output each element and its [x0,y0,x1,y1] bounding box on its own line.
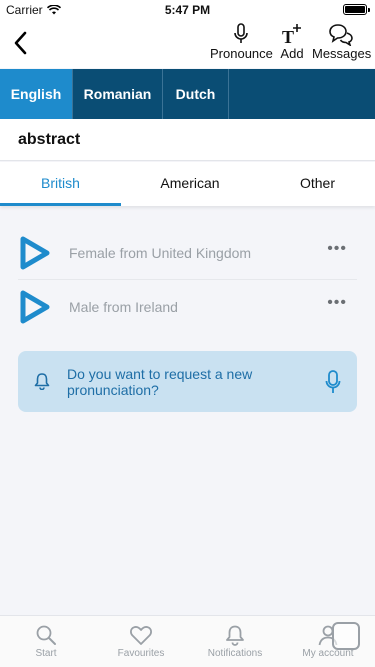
top-toolbar: Pronounce T Add Messages [0,20,375,68]
battery-icon [343,4,370,15]
tab-other[interactable]: Other [260,162,375,206]
more-options-icon[interactable]: ••• [327,240,347,258]
play-icon[interactable] [20,236,50,270]
microphone-icon [234,23,248,43]
tab-romanian[interactable]: Romanian [73,69,163,119]
messages-label: Messages [312,46,372,61]
nav-start-label: Start [35,648,57,659]
request-text: Do you want to request a new pronunciati… [67,366,253,398]
request-pronunciation-banner[interactable]: Do you want to request a new pronunciati… [18,351,357,412]
nav-favourites[interactable]: Favourites [108,624,174,659]
status-time: 5:47 PM [164,3,211,17]
microphone-icon[interactable] [325,369,341,395]
list-item: Female from United Kingdom ••• [18,226,357,280]
pronunciation-label: Female from United Kingdom [69,245,252,261]
nav-notifications-label: Notifications [207,648,263,659]
add-text-icon: T [282,24,301,46]
accent-tab-bar: British American Other [0,162,375,206]
word-title: abstract [18,131,81,148]
word-header: abstract [0,119,375,161]
pronounce-button[interactable]: Pronounce [210,22,273,61]
tab-dutch[interactable]: Dutch [163,69,229,119]
language-tab-bar: English Romanian Dutch [0,69,375,119]
pronunciation-list: Female from United Kingdom ••• Male from… [18,226,357,334]
nav-notifications[interactable]: Notifications [198,624,272,659]
tab-romanian-label: Romanian [83,86,152,102]
tab-american[interactable]: American [130,162,250,206]
add-label: Add [280,46,304,61]
nav-start[interactable]: Start [20,624,72,659]
bottom-navigation: Start Favourites Notifications My accoun… [0,615,375,667]
list-item: Male from Ireland ••• [18,280,357,334]
more-options-icon[interactable]: ••• [327,294,347,312]
heart-icon [130,626,152,645]
pronounce-label: Pronounce [210,46,273,61]
tab-english-label: English [10,86,62,102]
tab-english[interactable]: English [0,69,73,119]
add-button[interactable]: T Add [278,22,306,61]
play-icon[interactable] [20,290,50,324]
search-icon [36,625,56,645]
messages-button[interactable]: Messages [312,22,372,61]
tab-dutch-label: Dutch [175,86,216,102]
back-chevron-icon[interactable] [10,30,32,56]
svg-text:T: T [282,27,294,46]
bell-icon [226,625,244,646]
nav-my-account[interactable]: My account [292,622,364,659]
nav-favourites-label: Favourites [117,648,165,659]
pronunciation-label: Male from Ireland [69,299,178,315]
status-bar: Carrier 5:47 PM [0,0,375,20]
bell-icon [34,373,50,390]
chat-bubbles-icon [329,24,353,46]
tab-british[interactable]: British [0,162,121,206]
app-badge-overlay-icon [332,622,360,650]
